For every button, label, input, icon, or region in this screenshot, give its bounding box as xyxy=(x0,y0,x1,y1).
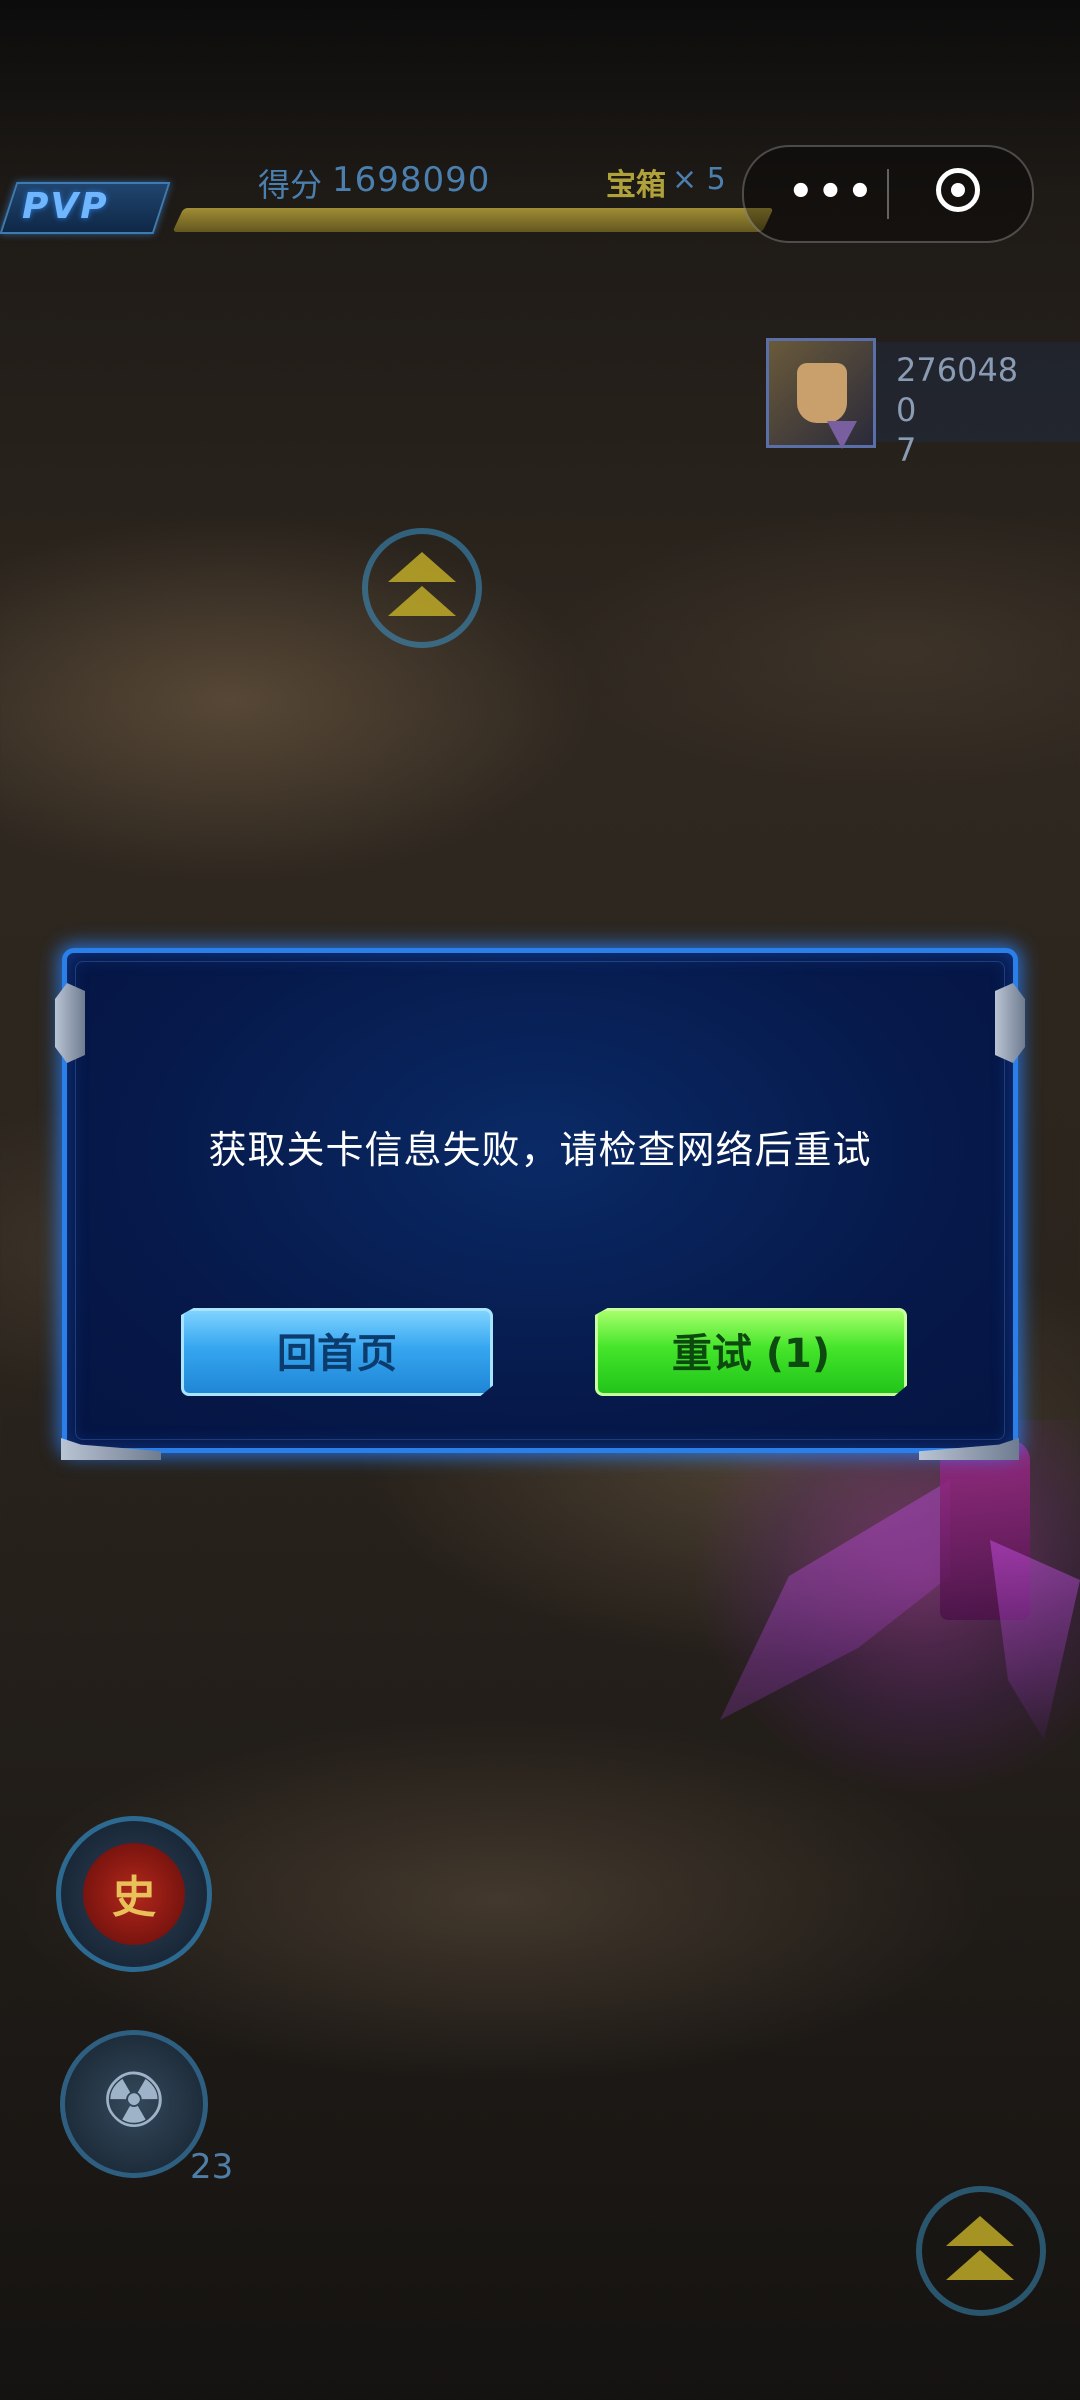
score-label: 得分 xyxy=(258,166,323,204)
chevron-up-icon xyxy=(388,586,456,616)
opponent-score-line-1: 2760480 xyxy=(896,351,1019,429)
mech-wing xyxy=(990,1540,1080,1740)
opponent-score: 2760480 7 xyxy=(896,350,1036,470)
home-button[interactable]: 回首页 xyxy=(181,1308,493,1396)
capsule-divider xyxy=(887,169,889,219)
special-skill-glyph: 史 xyxy=(112,1872,156,1923)
dialog-corner-ornament xyxy=(995,983,1025,1063)
pvp-badge-label: PVP xyxy=(22,186,109,227)
miniprogram-capsule: ••• xyxy=(742,145,1034,243)
chevron-up-icon xyxy=(946,2250,1014,2280)
avatar-face xyxy=(797,363,847,423)
special-skill-button[interactable]: 史 xyxy=(56,1816,212,1972)
dialog-corner-ornament xyxy=(61,1438,161,1460)
chest-label: 宝箱 xyxy=(606,168,666,203)
dialog-corner-ornament xyxy=(919,1438,1019,1460)
special-skill-icon: 史 xyxy=(83,1843,185,1945)
more-options-icon[interactable]: ••• xyxy=(788,172,877,212)
chevron-up-icon xyxy=(946,2216,1014,2246)
radiation-icon: ☢ xyxy=(99,2056,169,2145)
speed-boost-button[interactable] xyxy=(916,2186,1046,2316)
enemy-mech xyxy=(690,1420,1080,1800)
rank-badge-icon xyxy=(827,421,857,449)
close-miniprogram-icon[interactable] xyxy=(936,168,980,212)
dialog-message: 获取关卡信息失败，请检查网络后重试 xyxy=(208,1128,872,1172)
score-value: 1698090 xyxy=(332,160,491,200)
dialog-corner-ornament xyxy=(55,983,85,1063)
opponent-card: 2760480 7 xyxy=(766,338,1080,469)
speed-boost-pickup-icon xyxy=(362,528,492,648)
score-progress-bar xyxy=(172,208,774,232)
chest-count: × 5 xyxy=(672,162,726,197)
bomb-skill-button[interactable]: ☢ xyxy=(60,2030,208,2178)
retry-button[interactable]: 重试 (1) xyxy=(595,1308,907,1396)
opponent-avatar xyxy=(766,338,876,449)
mech-wing xyxy=(720,1480,950,1720)
opponent-score-line-2: 7 xyxy=(896,431,917,469)
chevron-up-icon xyxy=(388,552,456,582)
bomb-count: 23 xyxy=(190,2147,234,2187)
network-error-dialog: 获取关卡信息失败，请检查网络后重试 回首页 重试 (1) xyxy=(55,948,1025,1460)
